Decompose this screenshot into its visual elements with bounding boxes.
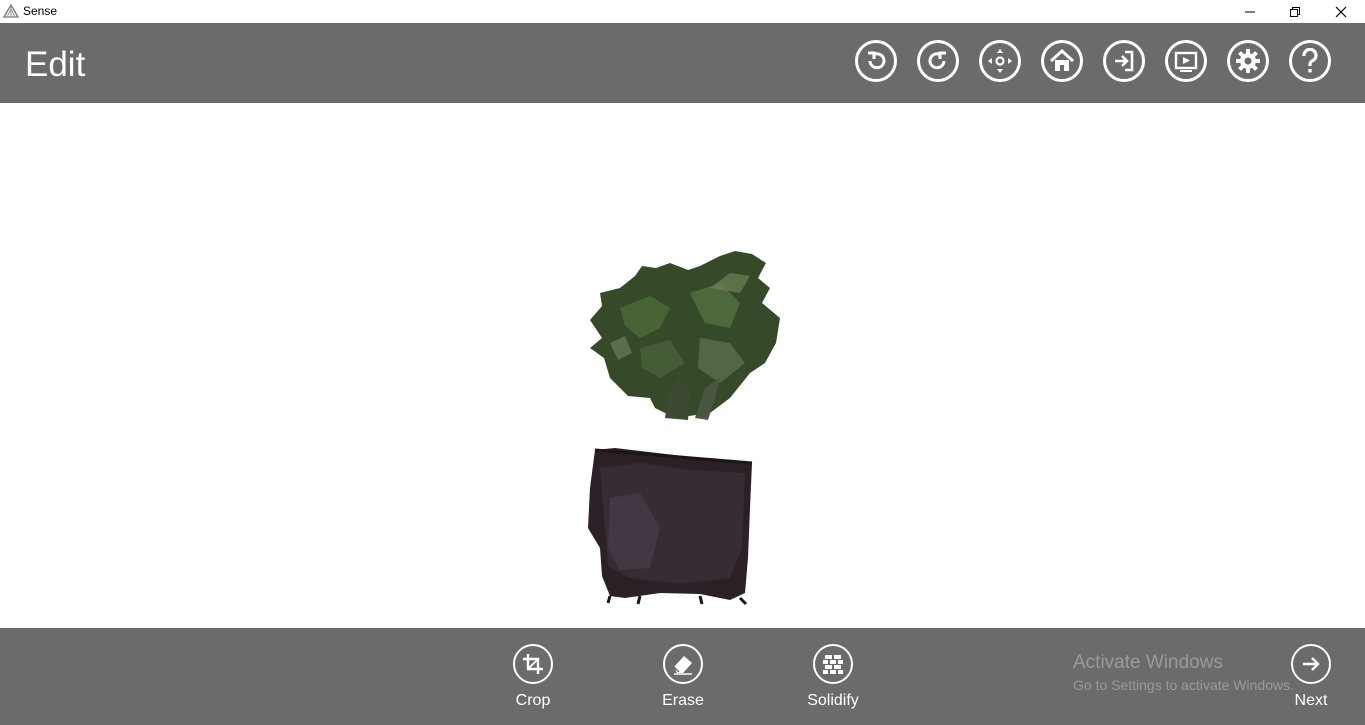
undo-button[interactable] — [855, 40, 897, 82]
settings-gear-icon — [1236, 49, 1260, 73]
minimize-button[interactable] — [1227, 0, 1273, 23]
next-button-circle — [1291, 644, 1331, 684]
close-icon — [1335, 6, 1347, 17]
next-label: Next — [1294, 692, 1328, 709]
crop-label: Crop — [515, 692, 551, 709]
help-button[interactable] — [1289, 40, 1331, 82]
erase-button-circle — [663, 644, 703, 684]
sense-app-icon — [3, 4, 19, 18]
crop-button[interactable]: Crop — [483, 644, 583, 710]
watermark-title: Activate Windows — [1073, 652, 1223, 673]
page-title: Edit — [25, 45, 86, 84]
play-button[interactable] — [1165, 40, 1207, 82]
solidify-label: Solidify — [807, 692, 859, 709]
header-bar: Edit — [0, 23, 1365, 103]
window-title: Sense — [23, 4, 58, 18]
move-view-icon — [988, 49, 1012, 73]
settings-button[interactable] — [1227, 40, 1269, 82]
solidify-button-circle — [813, 644, 853, 684]
home-button[interactable] — [1041, 40, 1083, 82]
arrow-right-icon — [1303, 657, 1320, 671]
window-title-bar: Sense — [0, 0, 1365, 23]
move-view-button[interactable] — [979, 40, 1021, 82]
model-viewport[interactable] — [0, 103, 1365, 628]
play-icon — [1174, 51, 1198, 72]
restore-button[interactable] — [1272, 0, 1318, 23]
activate-windows-watermark: Activate Windows Go to Settings to activ… — [1073, 652, 1294, 694]
restore-icon — [1290, 6, 1300, 17]
solidify-button[interactable]: Solidify — [783, 644, 883, 710]
eraser-icon — [673, 656, 692, 675]
redo-button[interactable] — [917, 40, 959, 82]
redo-icon — [928, 51, 946, 70]
next-button[interactable]: Next — [1276, 644, 1346, 710]
erase-button[interactable]: Erase — [633, 644, 733, 710]
home-icon — [1049, 49, 1075, 71]
export-button[interactable] — [1103, 40, 1145, 82]
bottom-app-bar: Crop Erase Solidify Activate Windows Go … — [0, 628, 1365, 725]
solidify-icon — [823, 655, 843, 674]
help-icon — [1302, 48, 1318, 73]
minimize-icon — [1245, 11, 1255, 12]
undo-icon — [868, 51, 886, 70]
close-button[interactable] — [1318, 0, 1364, 23]
watermark-subtitle: Go to Settings to activate Windows. — [1073, 677, 1294, 693]
export-icon — [1115, 50, 1134, 72]
crop-button-circle — [513, 644, 553, 684]
crop-icon — [523, 654, 543, 674]
scanned-plant-model — [588, 251, 780, 606]
erase-label: Erase — [662, 692, 704, 709]
